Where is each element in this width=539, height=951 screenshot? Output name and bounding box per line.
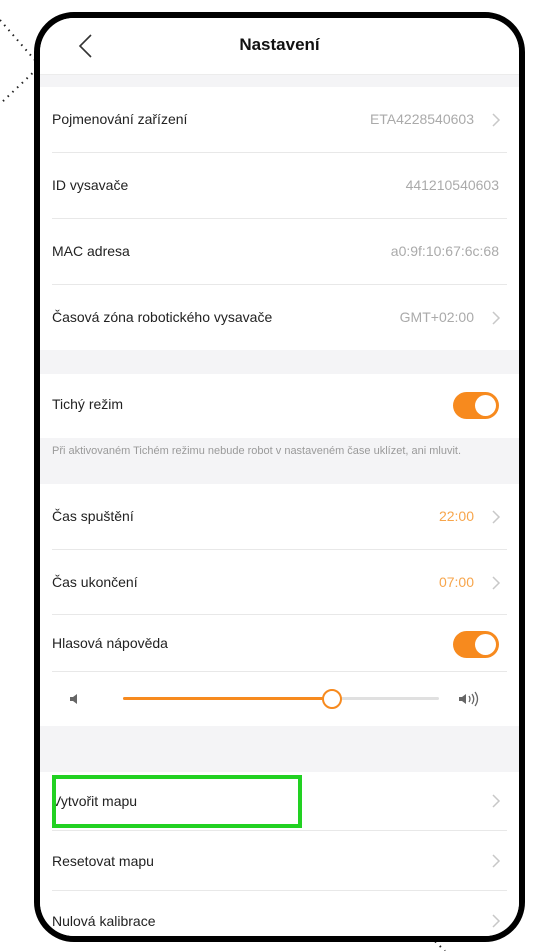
voice-prompt-label: Hlasová nápověda (52, 635, 168, 651)
settings-screen: Nastavení Pojmenování zařízení ETA422854… (40, 18, 519, 936)
volume-slider-thumb[interactable] (322, 689, 342, 709)
device-name-value: ETA4228540603 (369, 111, 474, 127)
chevron-right-icon (492, 914, 501, 928)
device-name-label: Pojmenování zařízení (52, 111, 188, 127)
speaker-low-icon (70, 694, 77, 704)
chevron-right-icon (492, 576, 501, 590)
vacuum-id-value: 441210540603 (405, 177, 499, 193)
reset-map-row[interactable]: Resetovat mapu (40, 831, 519, 890)
chevron-right-icon (492, 311, 501, 325)
quiet-mode-note: Při aktivovaném Tichém režimu nebude rob… (40, 438, 519, 484)
vacuum-id-label: ID vysavače (52, 177, 129, 193)
start-time-label: Čas spuštění (52, 508, 134, 524)
timezone-value: GMT+02:00 (399, 309, 474, 325)
chevron-right-icon (492, 113, 501, 127)
section-gap (40, 350, 519, 374)
mac-address-value: a0:9f:10:67:6c:68 (390, 243, 499, 259)
device-name-row[interactable]: Pojmenování zařízení ETA4228540603 (40, 87, 519, 152)
section-gap (40, 726, 519, 772)
volume-slider-fill (123, 697, 332, 700)
timezone-row[interactable]: Časová zóna robotického vysavače GMT+02:… (40, 285, 519, 350)
quiet-mode-row: Tichý režim (40, 374, 519, 438)
quiet-mode-label: Tichý režim (52, 396, 124, 412)
end-time-value: 07:00 (438, 574, 474, 590)
end-time-label: Čas ukončení (52, 574, 138, 590)
volume-row (40, 672, 519, 726)
section-gap (40, 75, 519, 87)
mac-address-row: MAC adresa a0:9f:10:67:6c:68 (40, 219, 519, 284)
start-time-row[interactable]: Čas spuštění 22:00 (40, 484, 519, 549)
toggle-knob (475, 395, 496, 416)
phone-frame: Nastavení Pojmenování zařízení ETA422854… (34, 12, 525, 942)
chevron-right-icon (492, 510, 501, 524)
timezone-label: Časová zóna robotického vysavače (52, 309, 273, 325)
vacuum-id-row: ID vysavače 441210540603 (40, 153, 519, 218)
end-time-row[interactable]: Čas ukončení 07:00 (40, 550, 519, 614)
highlight-box (52, 775, 302, 828)
zero-calibration-label: Nulová kalibrace (52, 913, 156, 929)
mac-address-label: MAC adresa (52, 243, 130, 259)
navigation-bar: Nastavení (40, 18, 519, 75)
chevron-right-icon (492, 794, 501, 808)
zero-calibration-row[interactable]: Nulová kalibrace (40, 891, 519, 936)
quiet-mode-toggle[interactable] (453, 392, 499, 419)
speaker-high-icon (459, 691, 479, 707)
voice-prompt-toggle[interactable] (453, 631, 499, 658)
start-time-value: 22:00 (438, 508, 474, 524)
voice-prompt-row: Hlasová nápověda (40, 615, 519, 671)
chevron-right-icon (492, 854, 501, 868)
page-title: Nastavení (239, 35, 320, 54)
reset-map-label: Resetovat mapu (52, 853, 154, 869)
toggle-knob (475, 634, 496, 655)
